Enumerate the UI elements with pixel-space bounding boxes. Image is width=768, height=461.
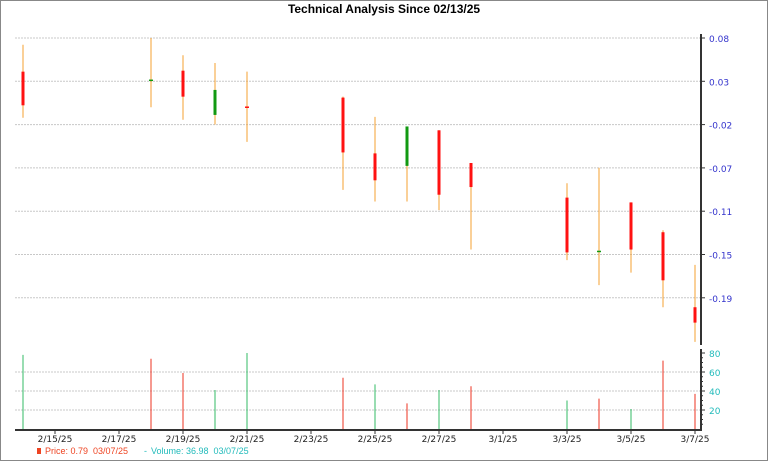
price-tick-label: -0.19 [709, 295, 733, 305]
price-tick-label: -0.15 [709, 252, 732, 262]
candle-body [661, 232, 665, 281]
candle-body [21, 71, 25, 106]
volume-tick-label: 40 [709, 388, 721, 398]
x-tick-label: 3/7/25 [681, 435, 710, 445]
price-tick-label: -0.07 [709, 165, 732, 175]
price-tick-label: -0.11 [709, 208, 732, 218]
price-tick-label: 0.03 [709, 78, 729, 88]
volume-tick-label: 80 [709, 350, 721, 360]
volume-tick-label: 60 [709, 369, 721, 379]
x-tick-label: 2/25/25 [358, 435, 393, 445]
candle-body [405, 126, 409, 166]
x-tick-label: 2/27/25 [422, 435, 457, 445]
volume-tick-label: 20 [709, 407, 721, 417]
x-tick-label: 2/23/25 [294, 435, 329, 445]
legend-price-marker [37, 448, 41, 454]
candle-body [181, 70, 185, 97]
legend-volume-text: Volume: 36.98 03/07/25 [151, 446, 249, 456]
x-tick-label: 3/1/25 [489, 435, 518, 445]
x-tick-label: 3/5/25 [617, 435, 646, 445]
candle-body [373, 153, 377, 181]
candle-body [693, 307, 697, 323]
x-tick-label: 2/19/25 [166, 435, 201, 445]
chart-svg: 0.08 0.03 -0.02 -0.07 -0.11 -0.15 -0.19 80 60 40 2… [15, 34, 733, 445]
legend-volume: - Volume: 36.98 03/07/25 [144, 446, 249, 456]
x-tick-label: 2/21/25 [230, 435, 265, 445]
candle-body [629, 202, 633, 250]
candle-body [469, 163, 473, 188]
legend-volume-marker: - [144, 446, 147, 456]
candle-body [341, 97, 345, 153]
x-tick-label: 2/15/25 [38, 435, 73, 445]
x-tick-label: 3/3/25 [553, 435, 582, 445]
candle-body [437, 130, 441, 195]
price-tick-label: -0.02 [709, 122, 732, 132]
x-tick-label: 2/17/25 [102, 435, 137, 445]
legend-price: Price: 0.79 03/07/25 [37, 446, 128, 456]
candle-body [565, 197, 569, 253]
candle-body [213, 89, 217, 115]
legend-price-text: Price: 0.79 03/07/25 [45, 446, 129, 456]
price-tick-label: 0.08 [709, 35, 729, 45]
